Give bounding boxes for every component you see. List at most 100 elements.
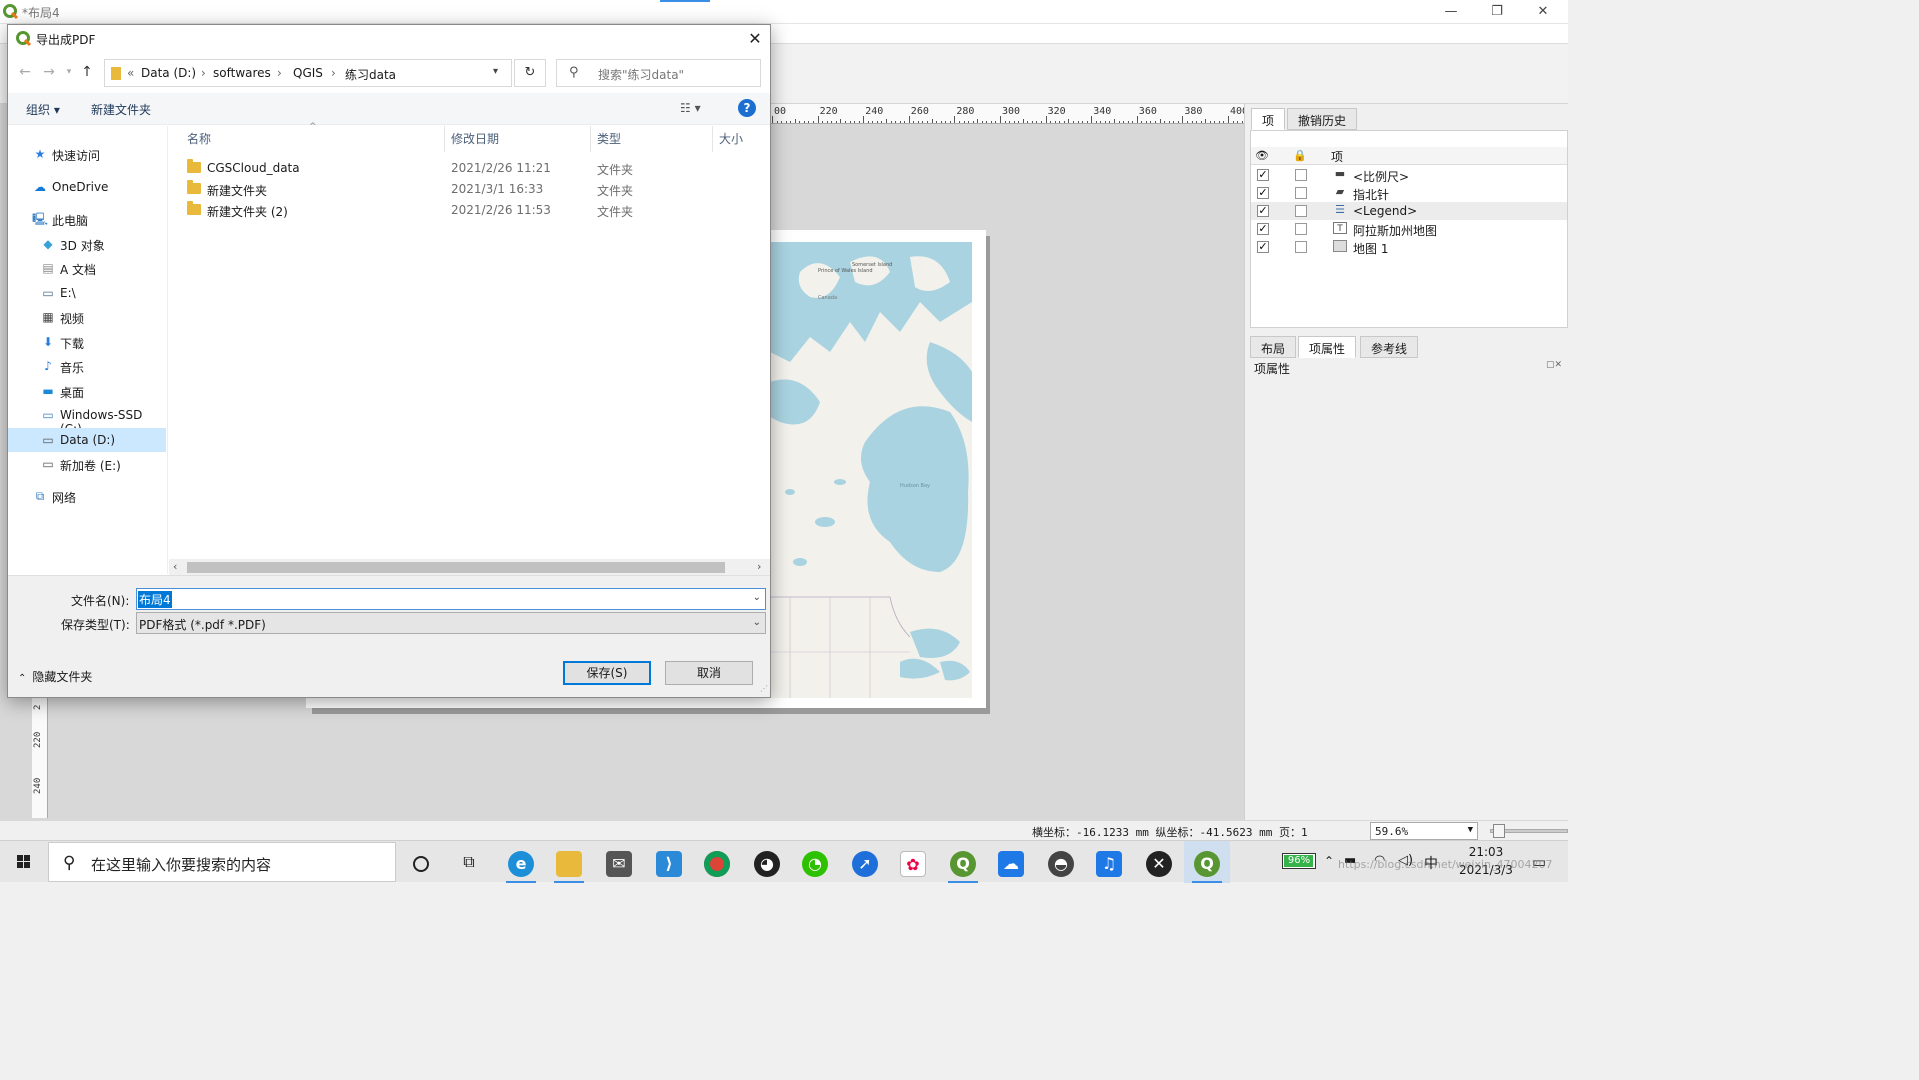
item-row-north-arrow[interactable]: ✓ ▰ 指北针: [1251, 184, 1567, 202]
minimize-button[interactable]: —: [1428, 2, 1474, 22]
start-button[interactable]: [0, 841, 48, 883]
chevron-up-icon[interactable]: ⌃: [1324, 854, 1334, 868]
column-separator[interactable]: [444, 126, 445, 152]
lock-checkbox[interactable]: [1295, 223, 1307, 235]
item-row-scalebar[interactable]: ✓ ▬ <比例尺>: [1251, 166, 1567, 184]
nav-d-drive[interactable]: ▭ Data (D:): [8, 428, 166, 452]
tab-layout[interactable]: 布局: [1250, 336, 1297, 358]
horizontal-scrollbar[interactable]: ‹ ›: [169, 559, 770, 575]
hide-folders-toggle[interactable]: ⌃ 隐藏文件夹: [18, 668, 92, 685]
chrome-icon[interactable]: [694, 841, 740, 883]
battery-indicator[interactable]: 96%: [1282, 853, 1316, 869]
refresh-button[interactable]: ↻: [514, 59, 546, 87]
visibility-checkbox[interactable]: ✓: [1257, 205, 1269, 217]
qq-icon[interactable]: ◕: [744, 841, 790, 883]
chevron-down-icon[interactable]: ⌄: [753, 592, 761, 603]
nav-e-volume[interactable]: ▭ 新加卷 (E:): [8, 452, 166, 476]
edge-icon[interactable]: e: [498, 841, 544, 883]
close-icon[interactable]: ✕: [744, 28, 766, 50]
feishu-icon[interactable]: ➚: [842, 841, 888, 883]
game-icon[interactable]: ◓: [1038, 841, 1084, 883]
visibility-checkbox[interactable]: ✓: [1257, 169, 1269, 181]
item-row-title[interactable]: ✓ T 阿拉斯加州地图: [1251, 220, 1567, 238]
breadcrumb-overflow[interactable]: «: [127, 66, 134, 80]
zoom-slider-thumb[interactable]: [1493, 824, 1505, 838]
file-row[interactable]: CGSCloud_data 2021/2/26 11:21 文件夹: [181, 158, 771, 179]
tab-items[interactable]: 项: [1251, 108, 1286, 130]
task-view-icon[interactable]: ⧉: [446, 841, 492, 883]
column-header-type[interactable]: 类型: [597, 130, 621, 147]
restore-button[interactable]: ❐: [1474, 2, 1520, 22]
filename-input[interactable]: 布局4 ⌄: [136, 588, 766, 610]
column-separator[interactable]: [590, 126, 591, 152]
help-icon[interactable]: ?: [738, 99, 756, 117]
cortana-icon[interactable]: [398, 841, 444, 883]
notes-icon[interactable]: ♫: [1086, 841, 1132, 883]
file-explorer-icon[interactable]: [546, 841, 592, 883]
organize-button[interactable]: 组织 ▾: [26, 101, 60, 118]
recent-chevron-icon[interactable]: ▾: [60, 63, 78, 81]
scroll-thumb[interactable]: [187, 562, 725, 573]
lock-checkbox[interactable]: [1295, 187, 1307, 199]
nav-documents[interactable]: ▤ A 文档: [8, 256, 166, 280]
nav-onedrive[interactable]: ☁ OneDrive: [8, 175, 166, 199]
map-item[interactable]: Prince of Wales Island Somerset Island C…: [770, 242, 972, 698]
qgis-taskbar-icon[interactable]: Q: [940, 841, 986, 883]
breadcrumb-softwares[interactable]: softwares: [213, 66, 271, 80]
lock-checkbox[interactable]: [1295, 241, 1307, 253]
nav-downloads[interactable]: ⬇ 下载: [8, 330, 166, 354]
visibility-checkbox[interactable]: ✓: [1257, 223, 1269, 235]
lock-checkbox[interactable]: [1295, 169, 1307, 181]
address-bar[interactable]: « Data (D:) › softwares › QGIS › 练习data …: [104, 59, 512, 87]
mail-icon[interactable]: ✉: [596, 841, 642, 883]
view-options-button[interactable]: ☷ ▾: [680, 101, 701, 115]
chevron-down-icon[interactable]: ⌄: [753, 617, 761, 628]
cancel-button[interactable]: 取消: [665, 661, 753, 685]
chevron-down-icon[interactable]: ▾: [493, 66, 498, 77]
nav-this-pc[interactable]: 🖳 此电脑: [8, 207, 166, 231]
close-window-button[interactable]: ✕: [1520, 2, 1566, 22]
clock-time[interactable]: 21:03: [1460, 845, 1512, 859]
up-arrow-icon[interactable]: ↑: [78, 63, 96, 81]
nav-desktop[interactable]: ▬ 桌面: [8, 379, 166, 403]
wechat-icon[interactable]: ◔: [792, 841, 838, 883]
nav-network[interactable]: ⧉ 网络: [8, 484, 166, 508]
zoom-combo[interactable]: 59.6% ▼: [1370, 822, 1478, 840]
visibility-checkbox[interactable]: ✓: [1257, 241, 1269, 253]
resize-grip-icon[interactable]: ⋰: [760, 684, 768, 693]
filetype-select[interactable]: PDF格式 (*.pdf *.PDF) ⌄: [136, 612, 766, 634]
save-button[interactable]: 保存(S): [563, 661, 651, 685]
cloud-drive-icon[interactable]: ☁: [988, 841, 1034, 883]
nav-3d-objects[interactable]: ◆ 3D 对象: [8, 232, 166, 256]
file-row[interactable]: 新建文件夹 2021/3/1 16:33 文件夹: [181, 179, 771, 200]
scroll-right-icon[interactable]: ›: [757, 560, 761, 573]
column-separator[interactable]: [712, 126, 713, 152]
photos-icon[interactable]: ✿: [890, 841, 936, 883]
column-header-name[interactable]: 名称: [187, 130, 211, 147]
search-input[interactable]: ⚲ 搜索"练习data": [556, 59, 761, 87]
taskbar-search[interactable]: ⚲ 在这里输入你要搜索的内容: [48, 842, 396, 882]
lock-checkbox[interactable]: [1295, 205, 1307, 217]
back-arrow-icon[interactable]: ←: [16, 63, 34, 81]
forward-arrow-icon[interactable]: →: [40, 63, 58, 81]
new-folder-button[interactable]: 新建文件夹: [91, 101, 151, 118]
item-row-legend[interactable]: ✓ ☰ <Legend>: [1251, 202, 1567, 220]
xbox-icon[interactable]: ✕: [1136, 841, 1182, 883]
nav-music[interactable]: ♪ 音乐: [8, 354, 166, 378]
file-row[interactable]: 新建文件夹 (2) 2021/2/26 11:53 文件夹: [181, 200, 771, 221]
vscode-icon[interactable]: ⟩: [646, 841, 692, 883]
column-header-date[interactable]: 修改日期: [451, 130, 499, 147]
tab-item-properties[interactable]: 项属性: [1298, 336, 1357, 358]
breadcrumb-qgis[interactable]: QGIS: [293, 66, 323, 80]
properties-float-close-icon[interactable]: ▢✕: [1546, 360, 1562, 370]
nav-e-drive[interactable]: ▭ E:\: [8, 281, 166, 305]
item-row-map[interactable]: ✓ 地图 1: [1251, 238, 1567, 256]
nav-quick-access[interactable]: ★ 快速访问: [8, 142, 166, 166]
visibility-checkbox[interactable]: ✓: [1257, 187, 1269, 199]
scroll-left-icon[interactable]: ‹: [173, 560, 177, 573]
nav-c-drive[interactable]: ▭Windows-SSD (C:): [8, 403, 166, 436]
column-header-size[interactable]: 大小: [719, 130, 743, 147]
tab-guides[interactable]: 参考线: [1360, 336, 1419, 358]
qgis-active-taskbar-icon[interactable]: Q: [1184, 841, 1230, 883]
breadcrumb-data-d[interactable]: Data (D:): [141, 66, 196, 80]
